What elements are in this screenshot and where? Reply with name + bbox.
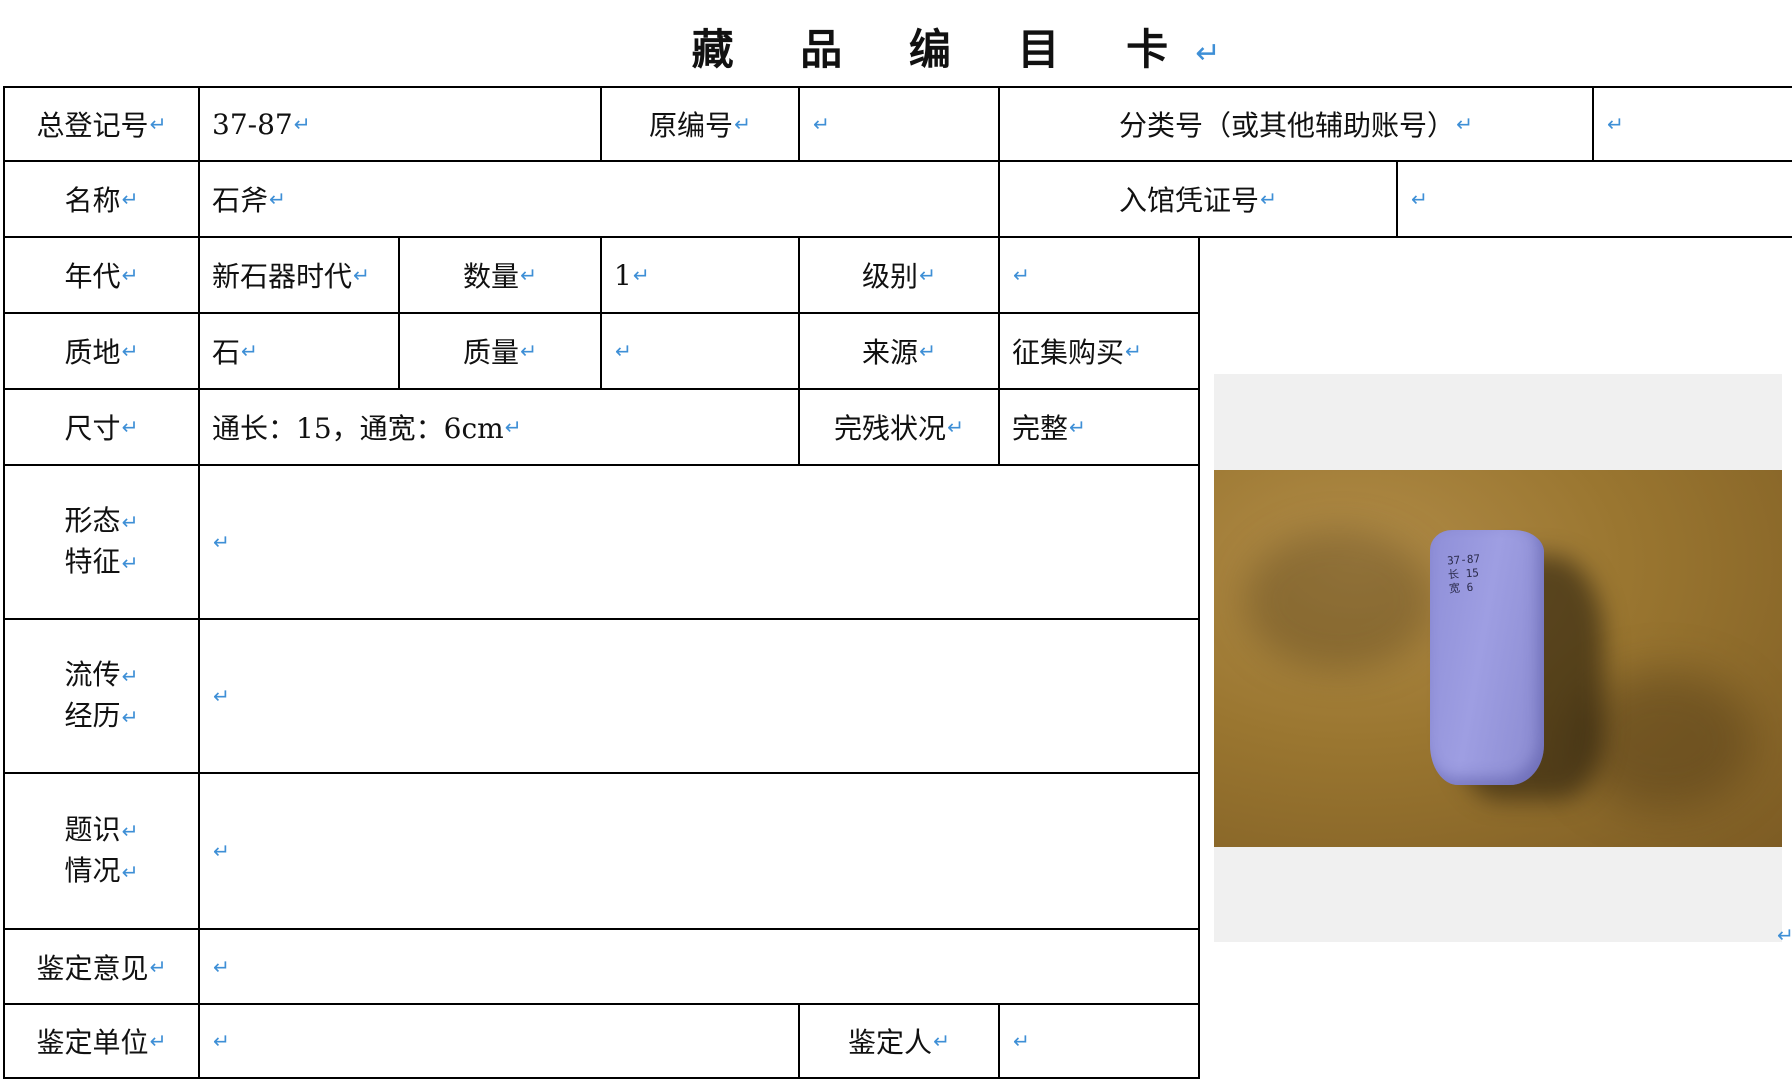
era-value[interactable]: 新石器时代 ↵ [200,238,398,312]
condition-value[interactable]: 完整 ↵ [1000,390,1198,464]
quantity-value[interactable]: 1 ↵ [602,238,798,312]
era-label: 年代 ↵ [64,260,139,293]
condition-label: 完残状况 ↵ [834,412,964,445]
accession-voucher-label: 入馆凭证号 ↵ [1119,184,1277,217]
grade-value[interactable]: ↵ [1000,238,1198,312]
appraisal-unit-label: 鉴定单位 ↵ [36,1026,167,1059]
original-number-value[interactable]: ↵ [800,88,998,160]
appraisal-unit-value[interactable]: ↵ [200,1005,798,1077]
appraisal-opinion-label: 鉴定意见 ↵ [36,951,167,985]
provenance-value[interactable]: ↵ [200,620,1198,772]
axe-handwritten-label: 37-87 长 15 宽 6 [1446,552,1481,596]
material-value[interactable]: 石 ↵ [200,314,398,388]
name-label: 名称 ↵ [64,184,139,217]
quantity-label: 数量 ↵ [463,260,537,293]
accession-voucher-value[interactable]: ↵ [1398,162,1790,236]
appraiser-value[interactable]: ↵ [1000,1005,1198,1077]
appraiser-label: 鉴定人 ↵ [848,1026,950,1059]
original-number-label: 原编号 ↵ [649,109,751,142]
weight-label: 质量 ↵ [463,336,537,369]
provenance-label: 流传↵ 经历↵ [64,658,139,732]
stone-axe-photo[interactable]: 37-87 长 15 宽 6 [1214,470,1782,847]
cloth-texture [1244,530,1434,670]
form-features-value[interactable]: ↵ [200,466,1198,618]
grade-label: 级别 ↵ [862,260,936,293]
table-border [3,1077,1200,1079]
weight-value[interactable]: ↵ [602,314,798,388]
source-label: 来源 ↵ [862,336,936,369]
classification-number-value[interactable]: ↵ [1594,88,1790,160]
registration-number-value[interactable]: 37-87 ↵ [200,88,600,160]
appraisal-opinion-value[interactable]: ↵ [200,930,1198,1003]
classification-number-label: 分类号（或其他辅助账号） ↵ [1119,109,1473,142]
inscriptions-label: 题识↵ 情况↵ [64,813,139,887]
photo-paragraph-mark: ↵ [1777,923,1792,947]
material-label: 质地 ↵ [64,336,139,369]
dimensions-label: 尺寸 ↵ [64,412,139,445]
form-features-label: 形态↵ 特征↵ [64,504,139,578]
table-border [1198,236,1200,1079]
card-title: 藏 品 编 目 卡↵ [691,25,1221,74]
name-value[interactable]: 石斧 ↵ [200,162,998,236]
inscriptions-value[interactable]: ↵ [200,774,1198,928]
dimensions-value[interactable]: 通长：15，通宽：6cm ↵ [200,390,798,464]
registration-number-label: 总登记号 ↵ [36,109,167,142]
source-value[interactable]: 征集购买 ↵ [1000,314,1198,388]
